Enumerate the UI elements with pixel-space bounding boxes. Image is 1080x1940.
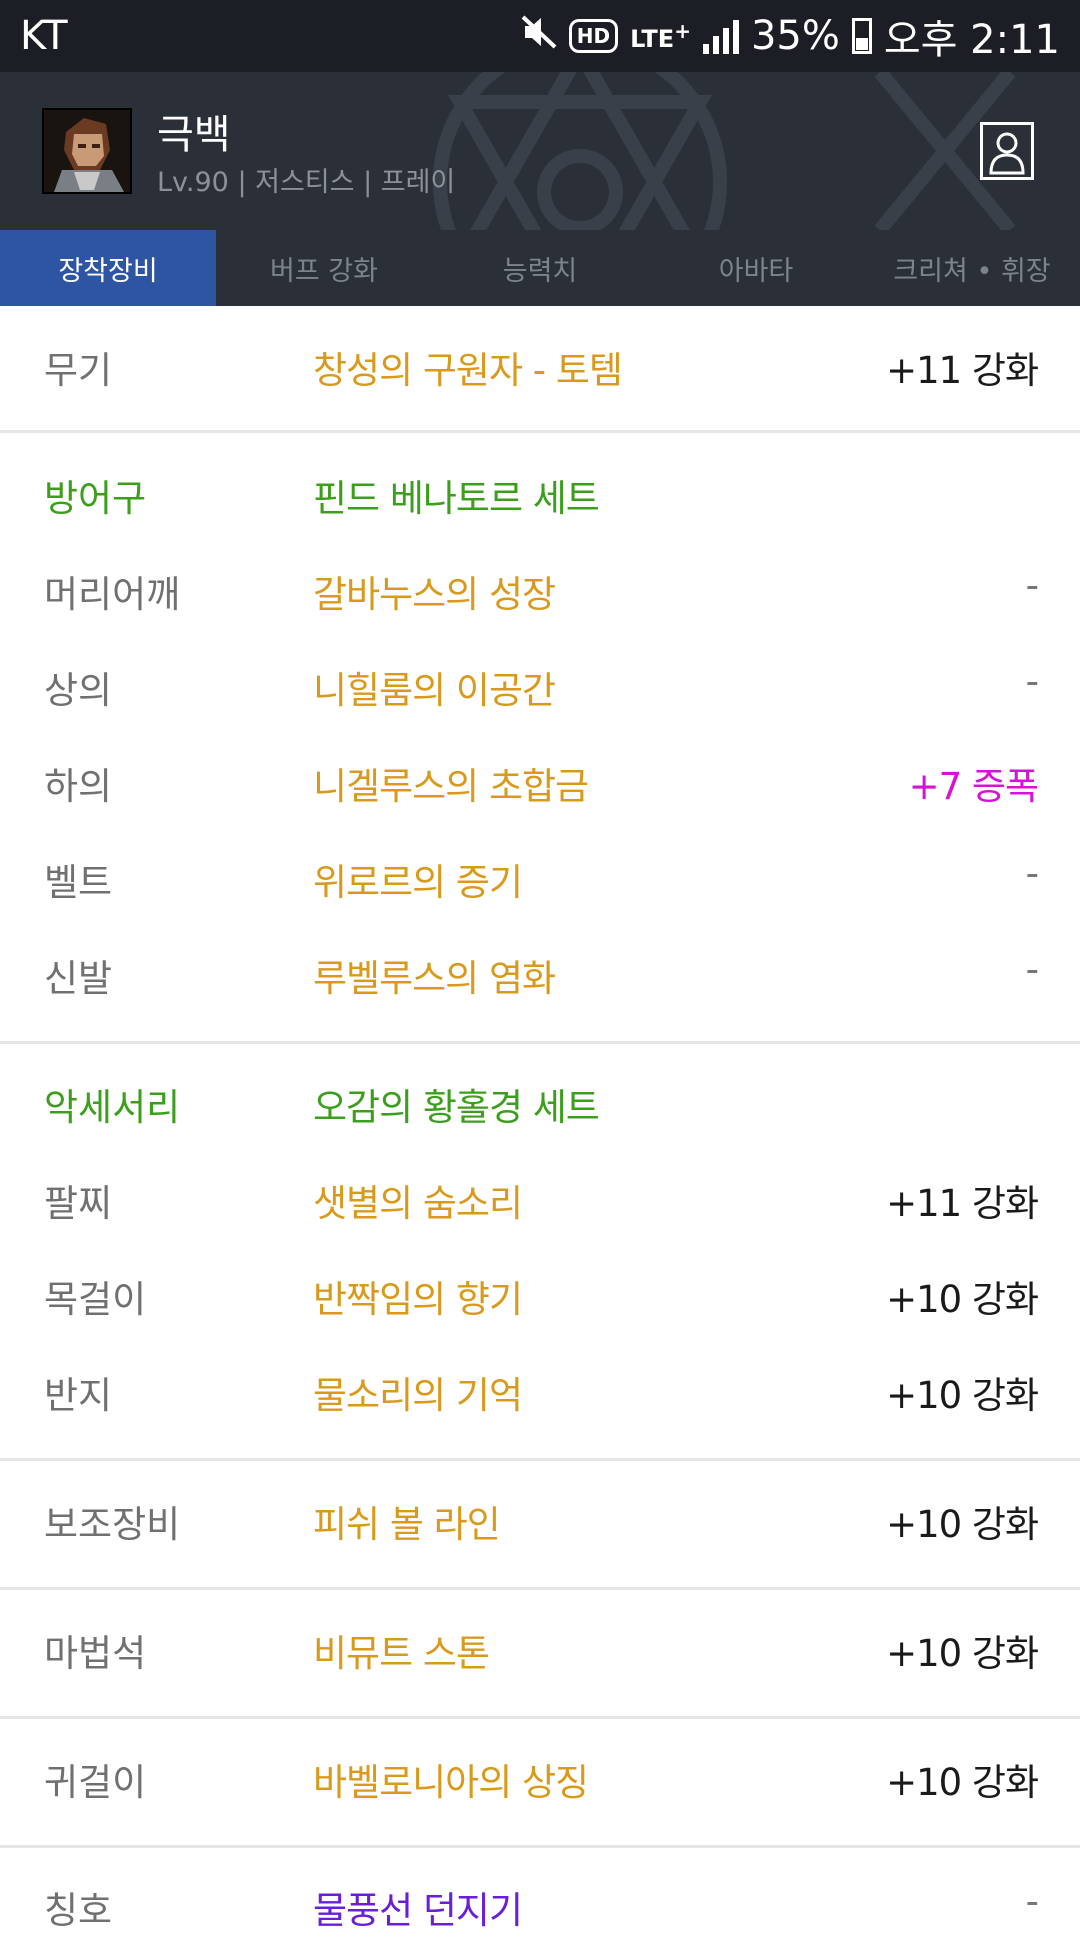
character-subtitle: Lv.90 | 저스티스 | 프레이 — [157, 167, 456, 198]
divider — [0, 1458, 1080, 1461]
item-name: 니힐룸의 이공간 — [313, 669, 556, 712]
divider — [0, 430, 1080, 433]
item-name: 반짝임의 향기 — [313, 1278, 523, 1321]
item-name: 피쉬 볼 라인 — [313, 1503, 501, 1546]
set-name: 핀드 베나토르 세트 — [313, 477, 600, 520]
accessory-row[interactable]: 반지 물소리의 기억 +10 강화 — [0, 1365, 1080, 1425]
section-label: 악세서리 — [44, 1086, 181, 1129]
slot-label: 머리어깨 — [44, 573, 181, 616]
slot-label: 반지 — [44, 1374, 113, 1417]
hd-voice-icon: HD — [568, 19, 619, 53]
tab-buff-enhance[interactable]: 버프 강화 — [216, 230, 432, 306]
character-name: 극백 — [157, 112, 231, 158]
weapon-row[interactable]: 무기 창성의 구원자 - 토템 +11 강화 — [0, 340, 1080, 400]
slot-label: 목걸이 — [44, 1278, 147, 1321]
armor-row[interactable]: 신발 루벨루스의 염화 - — [0, 948, 1080, 1008]
avatar — [42, 108, 132, 194]
title-row[interactable]: 칭호 물풍선 던지기 - — [0, 1880, 1080, 1940]
divider — [0, 1845, 1080, 1848]
item-upgrade: +10 강화 — [886, 1503, 1039, 1546]
item-name: 비뮤트 스톤 — [313, 1632, 490, 1675]
divider — [0, 1587, 1080, 1590]
earring-row[interactable]: 귀걸이 바벨로니아의 상징 +10 강화 — [0, 1752, 1080, 1812]
clock: 오후 2:11 — [883, 17, 1060, 63]
slot-label: 보조장비 — [44, 1503, 181, 1546]
armor-set-row: 방어구 핀드 베나토르 세트 — [0, 468, 1080, 528]
accessory-row[interactable]: 목걸이 반짝임의 향기 +10 강화 — [0, 1269, 1080, 1329]
character-header: 극백 Lv.90 | 저스티스 | 프레이 — [0, 72, 1080, 230]
sub-weapon-row[interactable]: 보조장비 피쉬 볼 라인 +10 강화 — [0, 1494, 1080, 1554]
slot-label: 팔찌 — [44, 1182, 113, 1225]
tab-creature-emblem[interactable]: 크리쳐 • 휘장 — [864, 230, 1080, 306]
section-label: 방어구 — [44, 477, 147, 520]
slot-label: 칭호 — [44, 1889, 113, 1932]
item-upgrade: - — [1025, 1880, 1039, 1923]
divider — [0, 1041, 1080, 1044]
battery-icon — [851, 18, 872, 54]
battery-percent: 35% — [750, 13, 840, 59]
slot-label: 하의 — [44, 765, 113, 808]
slot-label: 신발 — [44, 957, 113, 1000]
status-icons: HD LTE+ 35% 오후 2:11 — [521, 7, 1060, 65]
item-name: 갈바누스의 성장 — [313, 573, 556, 616]
tab-bar: 장착장비 버프 강화 능력치 아바타 크리쳐 • 휘장 — [0, 230, 1080, 306]
tab-equipment[interactable]: 장착장비 — [0, 230, 216, 306]
slot-label: 상의 — [44, 669, 113, 712]
slot-label: 벨트 — [44, 861, 113, 904]
item-name: 물소리의 기억 — [313, 1374, 523, 1417]
item-name: 니겔루스의 초합금 — [313, 765, 589, 808]
item-amplify: +7 증폭 — [908, 765, 1039, 808]
accessory-row[interactable]: 팔찌 샛별의 숨소리 +11 강화 — [0, 1173, 1080, 1233]
armor-row[interactable]: 벨트 위로르의 증기 - — [0, 852, 1080, 912]
carrier-label: KT — [20, 13, 68, 59]
item-upgrade: - — [1025, 564, 1039, 607]
item-name: 창성의 구원자 - 토템 — [313, 349, 623, 392]
item-upgrade: +10 강화 — [886, 1761, 1039, 1804]
item-upgrade: +10 강화 — [886, 1632, 1039, 1675]
accessory-set-row: 악세서리 오감의 황홀경 세트 — [0, 1077, 1080, 1137]
item-upgrade: +11 강화 — [886, 1182, 1039, 1225]
armor-row[interactable]: 머리어깨 갈바누스의 성장 - — [0, 564, 1080, 624]
tab-avatar[interactable]: 아바타 — [648, 230, 864, 306]
item-name: 물풍선 던지기 — [313, 1889, 523, 1932]
slot-label: 무기 — [44, 349, 113, 392]
lte-plus-icon: LTE+ — [630, 19, 691, 53]
set-name: 오감의 황홀경 세트 — [313, 1086, 600, 1129]
item-upgrade: - — [1025, 948, 1039, 991]
signal-icon — [702, 18, 739, 54]
profile-button[interactable] — [980, 122, 1034, 180]
item-name: 위로르의 증기 — [313, 861, 523, 904]
item-name: 샛별의 숨소리 — [313, 1182, 523, 1225]
mute-icon — [521, 15, 557, 58]
magic-stone-row[interactable]: 마법석 비뮤트 스톤 +10 강화 — [0, 1623, 1080, 1683]
item-name: 루벨루스의 염화 — [313, 957, 556, 1000]
status-bar: KT HD LTE+ 35% 오후 2:11 — [0, 0, 1080, 72]
item-upgrade: - — [1025, 852, 1039, 895]
tab-stats[interactable]: 능력치 — [432, 230, 648, 306]
slot-label: 귀걸이 — [44, 1761, 147, 1804]
person-icon — [989, 132, 1025, 175]
divider — [0, 1716, 1080, 1719]
armor-row[interactable]: 상의 니힐룸의 이공간 - — [0, 660, 1080, 720]
armor-row[interactable]: 하의 니겔루스의 초합금 +7 증폭 — [0, 756, 1080, 816]
item-upgrade: - — [1025, 660, 1039, 703]
item-name: 바벨로니아의 상징 — [313, 1761, 589, 1804]
item-upgrade: +11 강화 — [886, 349, 1039, 392]
slot-label: 마법석 — [44, 1632, 147, 1675]
item-upgrade: +10 강화 — [886, 1374, 1039, 1417]
item-upgrade: +10 강화 — [886, 1278, 1039, 1321]
